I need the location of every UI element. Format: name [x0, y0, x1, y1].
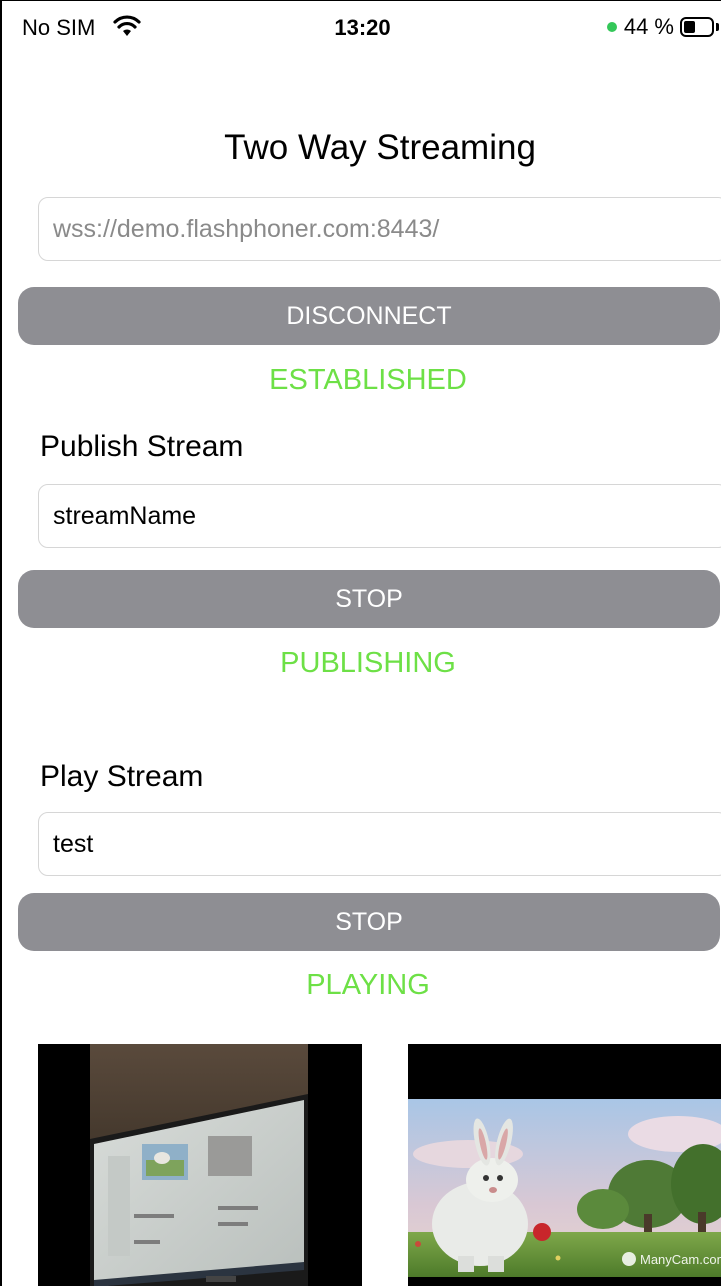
battery-indicator: 44 % [606, 13, 719, 41]
connection-status: ESTABLISHED [269, 364, 467, 396]
watermark-text: ManyCam.com [640, 1252, 721, 1267]
publish-status: PUBLISHING [280, 647, 456, 679]
play-stream-name-field[interactable] [38, 812, 721, 876]
manycam-logo-icon [622, 1252, 636, 1266]
charging-dot-icon [606, 22, 617, 32]
battery-cap [716, 23, 719, 31]
status-bar: No SIM 13:20 44 % [2, 1, 721, 63]
play-stream-label: Play Stream [40, 760, 204, 793]
disconnect-button[interactable]: DISCONNECT [18, 287, 720, 345]
battery-fill [684, 21, 696, 33]
play-status: PLAYING [306, 969, 430, 1001]
battery-icon [680, 17, 714, 37]
remote-stream-frame: ManyCam.com [408, 1044, 721, 1286]
battery-percent: 44 % [623, 14, 674, 39]
page-title: Two Way Streaming [224, 128, 536, 167]
server-url-field[interactable] [38, 197, 721, 261]
app-screen: No SIM 13:20 44 % Two Way Streaming DISC… [0, 0, 721, 1286]
play-stop-button[interactable]: STOP [18, 893, 720, 951]
local-video-view [38, 1044, 362, 1286]
local-camera-frame [38, 1044, 362, 1286]
publish-stream-name-field[interactable] [38, 484, 721, 548]
publish-stop-button[interactable]: STOP [18, 570, 720, 628]
publish-stream-label: Publish Stream [40, 430, 244, 463]
remote-video-view: ManyCam.com [408, 1044, 721, 1286]
